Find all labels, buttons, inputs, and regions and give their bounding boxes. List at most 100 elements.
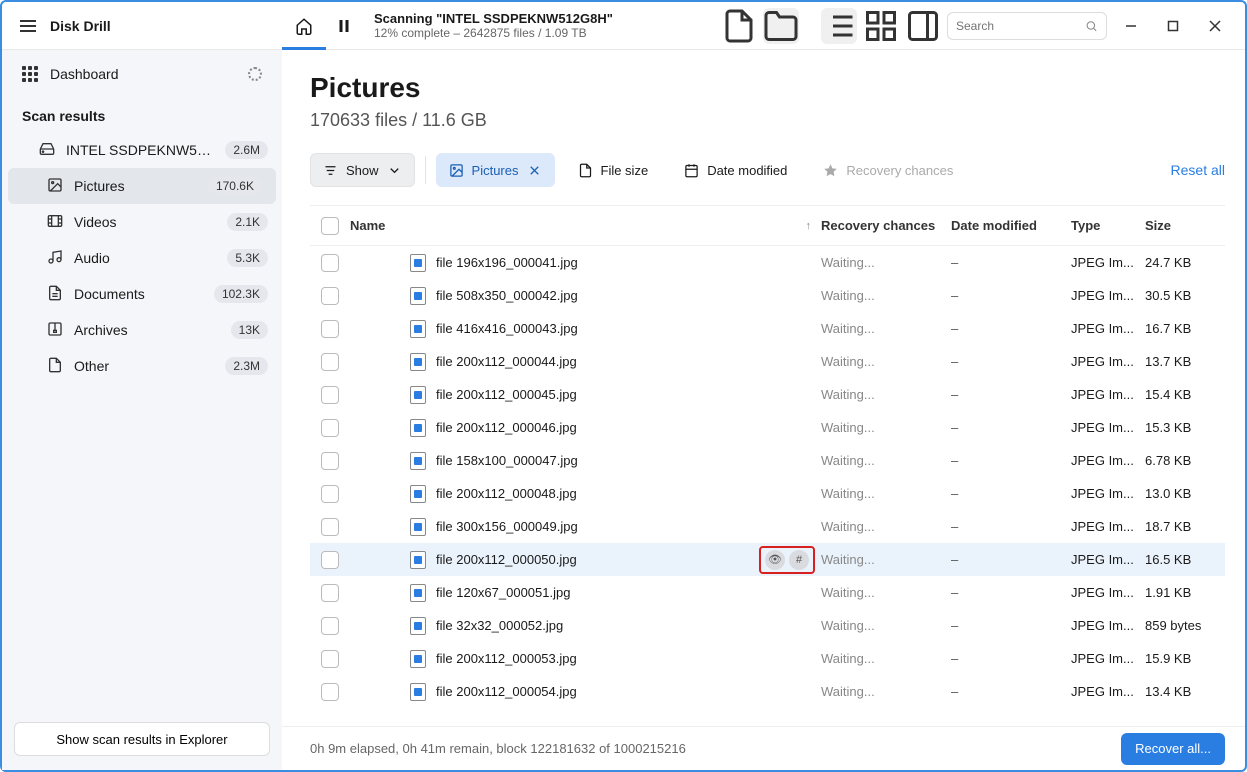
sidebar-item-document[interactable]: Documents102.3K — [2, 276, 282, 312]
size-header[interactable]: Size — [1145, 218, 1225, 233]
row-checkbox[interactable] — [321, 386, 339, 404]
date-header[interactable]: Date modified — [951, 218, 1071, 233]
size-cell: 16.7 KB — [1145, 321, 1225, 336]
recover-all-button[interactable]: Recover all... — [1121, 733, 1225, 765]
menu-icon[interactable] — [20, 20, 36, 32]
row-check-cell[interactable] — [310, 518, 350, 536]
sidebar-item-drive[interactable]: INTEL SSDPEKNW512G...2.6M — [2, 132, 282, 168]
table-row[interactable]: file 508x350_000042.jpgWaiting...–JPEG I… — [310, 279, 1225, 312]
list-view-button[interactable] — [821, 8, 857, 44]
dashboard-item[interactable]: Dashboard — [2, 50, 282, 98]
recovery-cell: Waiting... — [821, 354, 951, 369]
date-cell: – — [951, 486, 1071, 501]
type-cell: JPEG Im... — [1071, 684, 1145, 699]
file-name-cell: file 200x112_000045.jpg — [350, 386, 821, 404]
row-checkbox[interactable] — [321, 485, 339, 503]
row-check-cell[interactable] — [310, 254, 350, 272]
table-row[interactable]: file 32x32_000052.jpgWaiting...–JPEG Im.… — [310, 609, 1225, 642]
date-modified-filter[interactable]: Date modified — [671, 153, 800, 187]
maximize-button[interactable] — [1155, 8, 1191, 44]
sidebar-item-video[interactable]: Videos2.1K — [2, 204, 282, 240]
row-checkbox[interactable] — [321, 353, 339, 371]
hex-button[interactable]: # — [789, 550, 809, 570]
table-row[interactable]: file 120x67_000051.jpgWaiting...–JPEG Im… — [310, 576, 1225, 609]
row-check-cell[interactable] — [310, 353, 350, 371]
row-check-cell[interactable] — [310, 287, 350, 305]
grid-view-button[interactable] — [863, 8, 899, 44]
table-row[interactable]: file 300x156_000049.jpgWaiting...–JPEG I… — [310, 510, 1225, 543]
table-row[interactable]: file 200x112_000054.jpgWaiting...–JPEG I… — [310, 675, 1225, 708]
minimize-button[interactable] — [1113, 8, 1149, 44]
footer-status: 0h 9m elapsed, 0h 41m remain, block 1221… — [310, 741, 686, 756]
row-check-cell[interactable] — [310, 320, 350, 338]
count-badge: 2.3M — [225, 357, 268, 375]
row-check-cell[interactable] — [310, 650, 350, 668]
row-checkbox[interactable] — [321, 617, 339, 635]
sidebar-item-other[interactable]: Other2.3M — [2, 348, 282, 384]
table-row[interactable]: file 200x112_000046.jpgWaiting...–JPEG I… — [310, 411, 1225, 444]
sidebar-item-archive[interactable]: Archives13K — [2, 312, 282, 348]
row-checkbox[interactable] — [321, 287, 339, 305]
row-checkbox[interactable] — [321, 551, 339, 569]
row-check-cell[interactable] — [310, 452, 350, 470]
pictures-filter[interactable]: Pictures — [436, 153, 555, 187]
table-row[interactable]: file 200x112_000048.jpgWaiting...–JPEG I… — [310, 477, 1225, 510]
row-check-cell[interactable] — [310, 617, 350, 635]
file-name-cell: file 300x156_000049.jpg — [350, 518, 821, 536]
panel-view-button[interactable] — [905, 8, 941, 44]
file-name-cell: file 508x350_000042.jpg — [350, 287, 821, 305]
sidebar-item-audio[interactable]: Audio5.3K — [2, 240, 282, 276]
row-checkbox[interactable] — [321, 419, 339, 437]
table-row[interactable]: file 200x112_000050.jpg👁#Waiting...–JPEG… — [310, 543, 1225, 576]
sidebar-item-picture[interactable]: Pictures170.6K — [8, 168, 276, 204]
grid-icon — [863, 8, 899, 44]
row-checkbox[interactable] — [321, 254, 339, 272]
file-size-filter[interactable]: File size — [565, 153, 662, 187]
row-checkbox[interactable] — [321, 584, 339, 602]
home-button[interactable] — [286, 8, 322, 44]
folder-view-button[interactable] — [763, 8, 799, 44]
table-row[interactable]: file 158x100_000047.jpgWaiting...–JPEG I… — [310, 444, 1225, 477]
show-in-explorer-button[interactable]: Show scan results in Explorer — [14, 722, 270, 756]
date-cell: – — [951, 387, 1071, 402]
size-cell: 24.7 KB — [1145, 255, 1225, 270]
table-row[interactable]: file 200x112_000044.jpgWaiting...–JPEG I… — [310, 345, 1225, 378]
file-thumb-icon — [410, 386, 426, 404]
type-header[interactable]: Type — [1071, 218, 1145, 233]
row-checkbox[interactable] — [321, 518, 339, 536]
row-checkbox[interactable] — [321, 650, 339, 668]
search-input[interactable] — [956, 19, 1085, 33]
filters-row: Show Pictures File size Date modified Re… — [310, 153, 1225, 187]
select-all-checkbox[interactable] — [321, 217, 339, 235]
row-checkbox[interactable] — [321, 683, 339, 701]
table-row[interactable]: file 416x416_000043.jpgWaiting...–JPEG I… — [310, 312, 1225, 345]
row-check-cell[interactable] — [310, 419, 350, 437]
row-check-cell[interactable] — [310, 683, 350, 701]
name-header[interactable]: Name↑ — [350, 218, 821, 233]
table-row[interactable]: file 196x196_000041.jpgWaiting...–JPEG I… — [310, 246, 1225, 279]
row-check-cell[interactable] — [310, 584, 350, 602]
close-button[interactable] — [1197, 8, 1233, 44]
row-checkbox[interactable] — [321, 452, 339, 470]
recovery-header[interactable]: Recovery chances — [821, 218, 951, 233]
row-checkbox[interactable] — [321, 320, 339, 338]
recovery-cell: Waiting... — [821, 420, 951, 435]
close-x-icon[interactable] — [527, 163, 542, 178]
recovery-chances-filter[interactable]: Recovery chances — [810, 153, 966, 187]
row-check-cell[interactable] — [310, 485, 350, 503]
row-check-cell[interactable] — [310, 551, 350, 569]
select-all-cell[interactable] — [310, 217, 350, 235]
recovery-cell: Waiting... — [821, 255, 951, 270]
table-row[interactable]: file 200x112_000045.jpgWaiting...–JPEG I… — [310, 378, 1225, 411]
row-check-cell[interactable] — [310, 386, 350, 404]
search-box[interactable] — [947, 12, 1107, 40]
file-name-cell: file 200x112_000044.jpg — [350, 353, 821, 371]
table-row[interactable]: file 200x112_000053.jpgWaiting...–JPEG I… — [310, 642, 1225, 675]
pause-button[interactable] — [326, 8, 362, 44]
reset-all-link[interactable]: Reset all — [1171, 162, 1225, 178]
preview-button[interactable]: 👁 — [765, 550, 785, 570]
pictures-label: Pictures — [472, 163, 519, 178]
date-cell: – — [951, 651, 1071, 666]
show-filter[interactable]: Show — [310, 153, 415, 187]
file-view-button[interactable] — [721, 8, 757, 44]
